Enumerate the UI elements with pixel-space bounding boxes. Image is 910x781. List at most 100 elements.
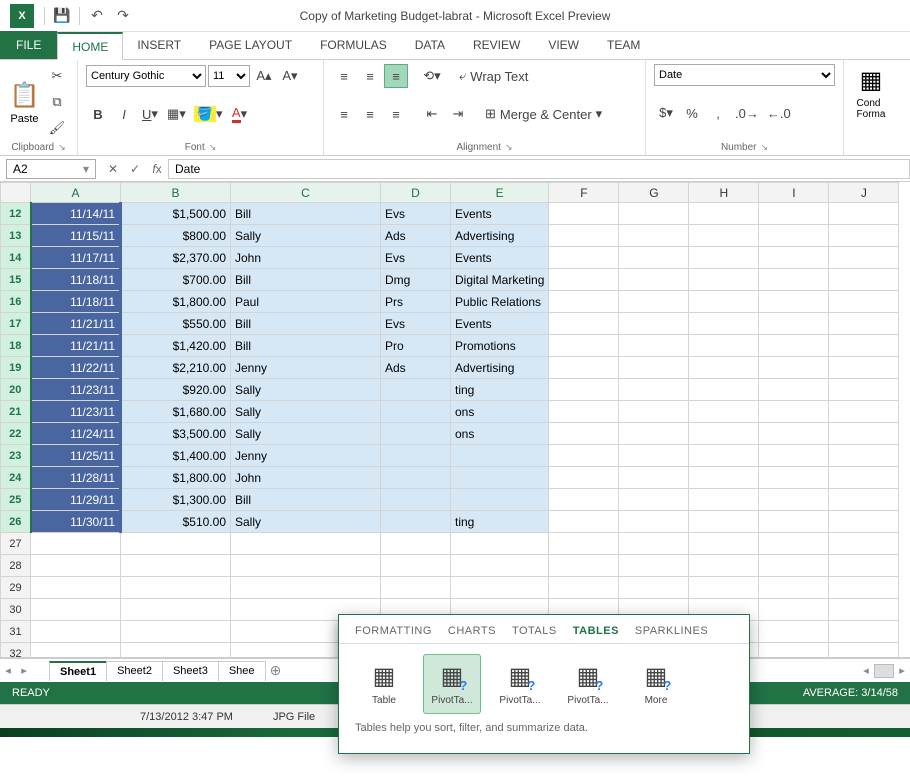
cell-j17[interactable] [829, 313, 899, 335]
cell-g21[interactable] [619, 401, 689, 423]
font-color-button[interactable]: A▾ [228, 102, 252, 126]
cell-c24[interactable]: John [231, 467, 381, 489]
column-header-j[interactable]: J [829, 183, 899, 203]
alignment-dialog-launcher[interactable]: ↘ [505, 142, 513, 153]
cell-b12[interactable]: $1,500.00 [121, 203, 231, 225]
cell-i23[interactable] [759, 445, 829, 467]
cell-c12[interactable]: Bill [231, 203, 381, 225]
cell-g14[interactable] [619, 247, 689, 269]
cell-d17[interactable]: Evs [381, 313, 451, 335]
paste-button[interactable]: 📋 Paste [8, 79, 41, 125]
namebox-dropdown-icon[interactable]: ▾ [83, 162, 89, 176]
name-box[interactable]: A2▾ [6, 159, 96, 179]
cell-d20[interactable] [381, 379, 451, 401]
cell-c27[interactable] [231, 533, 381, 555]
cell-i29[interactable] [759, 577, 829, 599]
cell-i21[interactable] [759, 401, 829, 423]
row-header-14[interactable]: 14 [1, 247, 31, 269]
align-top-button[interactable]: ≡ [332, 64, 356, 88]
cell-i32[interactable] [759, 643, 829, 659]
tab-data[interactable]: DATA [401, 31, 459, 59]
sheet-tab-shee[interactable]: Shee [218, 661, 266, 681]
cell-a27[interactable] [31, 533, 121, 555]
cell-b22[interactable]: $3,500.00 [121, 423, 231, 445]
column-header-d[interactable]: D [381, 183, 451, 203]
cell-g23[interactable] [619, 445, 689, 467]
qa-tab-formatting[interactable]: FORMATTING [355, 625, 432, 637]
cell-b19[interactable]: $2,210.00 [121, 357, 231, 379]
cell-h29[interactable] [689, 577, 759, 599]
cell-d29[interactable] [381, 577, 451, 599]
sheet-tab-sheet2[interactable]: Sheet2 [106, 661, 163, 681]
cell-g19[interactable] [619, 357, 689, 379]
row-header-31[interactable]: 31 [1, 621, 31, 643]
qa-option-0[interactable]: ▦Table [355, 654, 413, 714]
cell-d25[interactable] [381, 489, 451, 511]
row-header-21[interactable]: 21 [1, 401, 31, 423]
undo-button[interactable]: ↶ [84, 3, 110, 29]
cell-b16[interactable]: $1,800.00 [121, 291, 231, 313]
cell-i17[interactable] [759, 313, 829, 335]
cell-h13[interactable] [689, 225, 759, 247]
cell-g24[interactable] [619, 467, 689, 489]
tab-file[interactable]: FILE [0, 31, 57, 59]
row-header-25[interactable]: 25 [1, 489, 31, 511]
cell-f27[interactable] [549, 533, 619, 555]
conditional-formatting-button[interactable]: ▦ CondForma [852, 64, 890, 120]
decrease-font-button[interactable]: A▾ [278, 64, 302, 88]
cell-e13[interactable]: Advertising [451, 225, 549, 247]
cell-f23[interactable] [549, 445, 619, 467]
row-header-18[interactable]: 18 [1, 335, 31, 357]
column-header-g[interactable]: G [619, 183, 689, 203]
merge-center-button[interactable]: ⊞Merge & Center▾ [482, 102, 605, 126]
cell-b18[interactable]: $1,420.00 [121, 335, 231, 357]
row-header-15[interactable]: 15 [1, 269, 31, 291]
font-size-select[interactable]: 11 [208, 65, 250, 87]
cell-e18[interactable]: Promotions [451, 335, 549, 357]
cell-c13[interactable]: Sally [231, 225, 381, 247]
percent-button[interactable]: % [680, 101, 704, 125]
cell-h20[interactable] [689, 379, 759, 401]
qa-tab-totals[interactable]: TOTALS [512, 625, 557, 637]
number-format-select[interactable]: Date [654, 64, 835, 86]
cell-f18[interactable] [549, 335, 619, 357]
align-bottom-button[interactable]: ≡ [384, 64, 408, 88]
column-header-e[interactable]: E [451, 183, 549, 203]
cell-f12[interactable] [549, 203, 619, 225]
cell-d27[interactable] [381, 533, 451, 555]
spreadsheet-grid[interactable]: ABCDEFGHIJ 12 11/14/11 $1,500.00 Bill Ev… [0, 182, 910, 658]
align-center-button[interactable]: ≡ [358, 102, 382, 126]
cell-b29[interactable] [121, 577, 231, 599]
cell-c21[interactable]: Sally [231, 401, 381, 423]
formula-input[interactable] [168, 159, 910, 179]
cell-j19[interactable] [829, 357, 899, 379]
increase-decimal-button[interactable]: .0→ [732, 101, 762, 125]
cell-b24[interactable]: $1,800.00 [121, 467, 231, 489]
cell-a30[interactable] [31, 599, 121, 621]
cell-j24[interactable] [829, 467, 899, 489]
cell-b23[interactable]: $1,400.00 [121, 445, 231, 467]
cell-i20[interactable] [759, 379, 829, 401]
row-header-22[interactable]: 22 [1, 423, 31, 445]
row-header-27[interactable]: 27 [1, 533, 31, 555]
cell-j12[interactable] [829, 203, 899, 225]
cell-b30[interactable] [121, 599, 231, 621]
cell-g27[interactable] [619, 533, 689, 555]
tab-review[interactable]: REVIEW [459, 31, 534, 59]
cell-e14[interactable]: Events [451, 247, 549, 269]
cell-a23[interactable]: 11/25/11 [31, 445, 121, 467]
qa-tab-sparklines[interactable]: SPARKLINES [635, 625, 708, 637]
cell-i26[interactable] [759, 511, 829, 533]
redo-button[interactable]: ↷ [110, 3, 136, 29]
cell-a29[interactable] [31, 577, 121, 599]
cell-c19[interactable]: Jenny [231, 357, 381, 379]
cell-a22[interactable]: 11/24/11 [31, 423, 121, 445]
cell-i16[interactable] [759, 291, 829, 313]
cell-i18[interactable] [759, 335, 829, 357]
cell-d15[interactable]: Dmg [381, 269, 451, 291]
comma-button[interactable]: , [706, 101, 730, 125]
cell-g12[interactable] [619, 203, 689, 225]
decrease-indent-button[interactable]: ⇤ [420, 102, 444, 126]
cell-j25[interactable] [829, 489, 899, 511]
row-header-28[interactable]: 28 [1, 555, 31, 577]
